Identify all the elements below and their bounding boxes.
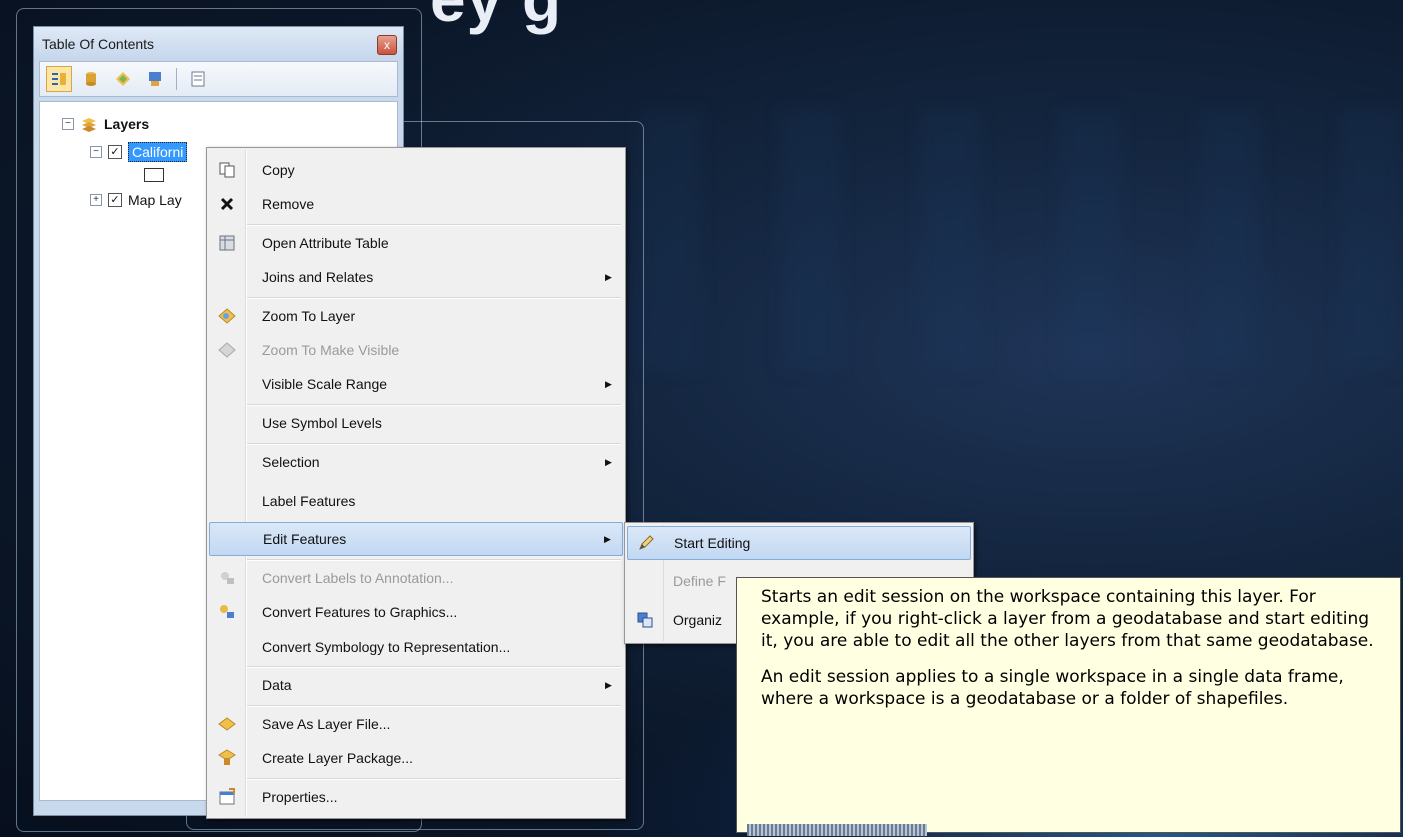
slide-title-fragment: ey g: [430, 0, 562, 36]
expand-icon[interactable]: +: [90, 194, 102, 206]
selected-layer-label[interactable]: Californi: [128, 142, 188, 162]
list-by-selection-icon[interactable]: [142, 66, 168, 92]
menu-item-remove[interactable]: Remove: [209, 187, 623, 221]
start-editing-tooltip: Starts an edit session on the workspace …: [736, 577, 1401, 833]
menu-item-convert-symbology[interactable]: Convert Symbology to Representation...: [209, 630, 623, 664]
remove-icon: [209, 197, 245, 211]
tooltip-paragraph: Starts an edit session on the workspace …: [761, 587, 1374, 651]
menu-item-use-symbol-levels[interactable]: Use Symbol Levels: [209, 406, 623, 440]
pencil-icon: [628, 534, 664, 552]
status-strip: [747, 824, 927, 836]
menu-item-selection[interactable]: Selection ▶: [209, 445, 623, 479]
submenu-arrow-icon: ▶: [605, 378, 612, 389]
toc-titlebar[interactable]: Table Of Contents: [34, 27, 403, 61]
submenu-arrow-icon: ▶: [605, 456, 612, 467]
organize-icon: [627, 611, 663, 629]
background-streaks: [640, 110, 1400, 370]
list-by-source-icon[interactable]: [78, 66, 104, 92]
menu-item-data[interactable]: Data ▶: [209, 668, 623, 702]
layer-label[interactable]: Map Lay: [128, 192, 182, 208]
copy-icon: [209, 161, 245, 179]
menu-item-visible-scale-range[interactable]: Visible Scale Range ▶: [209, 367, 623, 401]
convert-features-icon: [209, 603, 245, 621]
submenu-arrow-icon: ▶: [605, 271, 612, 282]
layer-context-menu: Copy Remove Open Attribute Table Joins a…: [206, 147, 626, 819]
tree-row-map-layer[interactable]: + ✓ Map Lay: [90, 192, 182, 208]
close-icon[interactable]: x: [377, 35, 397, 55]
submenu-arrow-icon: ▶: [604, 533, 611, 544]
toc-title: Table Of Contents: [42, 36, 155, 52]
menu-item-start-editing[interactable]: Start Editing: [627, 526, 971, 560]
tooltip-paragraph: An edit session applies to a single work…: [761, 667, 1344, 709]
convert-labels-icon: [209, 569, 245, 587]
toolbar-separator: [176, 68, 177, 90]
menu-item-copy[interactable]: Copy: [209, 153, 623, 187]
submenu-arrow-icon: ▶: [605, 679, 612, 690]
menu-item-convert-labels[interactable]: Convert Labels to Annotation...: [209, 561, 623, 595]
collapse-icon[interactable]: −: [62, 118, 74, 130]
tree-root-label: Layers: [104, 116, 150, 132]
menu-item-properties[interactable]: Properties...: [209, 780, 623, 814]
list-by-visibility-icon[interactable]: [110, 66, 136, 92]
zoom-visible-icon: [209, 341, 245, 359]
menu-item-save-as-layer-file[interactable]: Save As Layer File...: [209, 707, 623, 741]
layer-package-icon: [209, 749, 245, 767]
zoom-to-layer-icon: [209, 307, 245, 325]
layers-icon: [82, 118, 96, 132]
list-by-drawing-order-icon[interactable]: [46, 66, 72, 92]
layer-visibility-checkbox[interactable]: ✓: [108, 145, 122, 159]
menu-item-edit-features[interactable]: Edit Features ▶: [209, 522, 623, 556]
table-icon: [209, 234, 245, 252]
menu-item-joins-and-relates[interactable]: Joins and Relates ▶: [209, 260, 623, 294]
menu-item-zoom-to-make-visible[interactable]: Zoom To Make Visible: [209, 333, 623, 367]
layer-file-icon: [209, 716, 245, 732]
menu-item-zoom-to-layer[interactable]: Zoom To Layer: [209, 299, 623, 333]
menu-item-label-features[interactable]: Label Features: [209, 484, 623, 518]
tree-row-california-counties[interactable]: − ✓ Californi: [90, 142, 188, 162]
menu-item-convert-features[interactable]: Convert Features to Graphics...: [209, 595, 623, 629]
options-icon[interactable]: [185, 66, 211, 92]
menu-item-create-layer-package[interactable]: Create Layer Package...: [209, 741, 623, 775]
menu-item-open-attribute-table[interactable]: Open Attribute Table: [209, 226, 623, 260]
layer-visibility-checkbox[interactable]: ✓: [108, 193, 122, 207]
properties-icon: [209, 788, 245, 806]
legend-swatch: [144, 168, 164, 182]
collapse-icon[interactable]: −: [90, 146, 102, 158]
tree-row-layers[interactable]: − Layers: [62, 116, 149, 132]
toc-toolbar: [39, 61, 398, 97]
